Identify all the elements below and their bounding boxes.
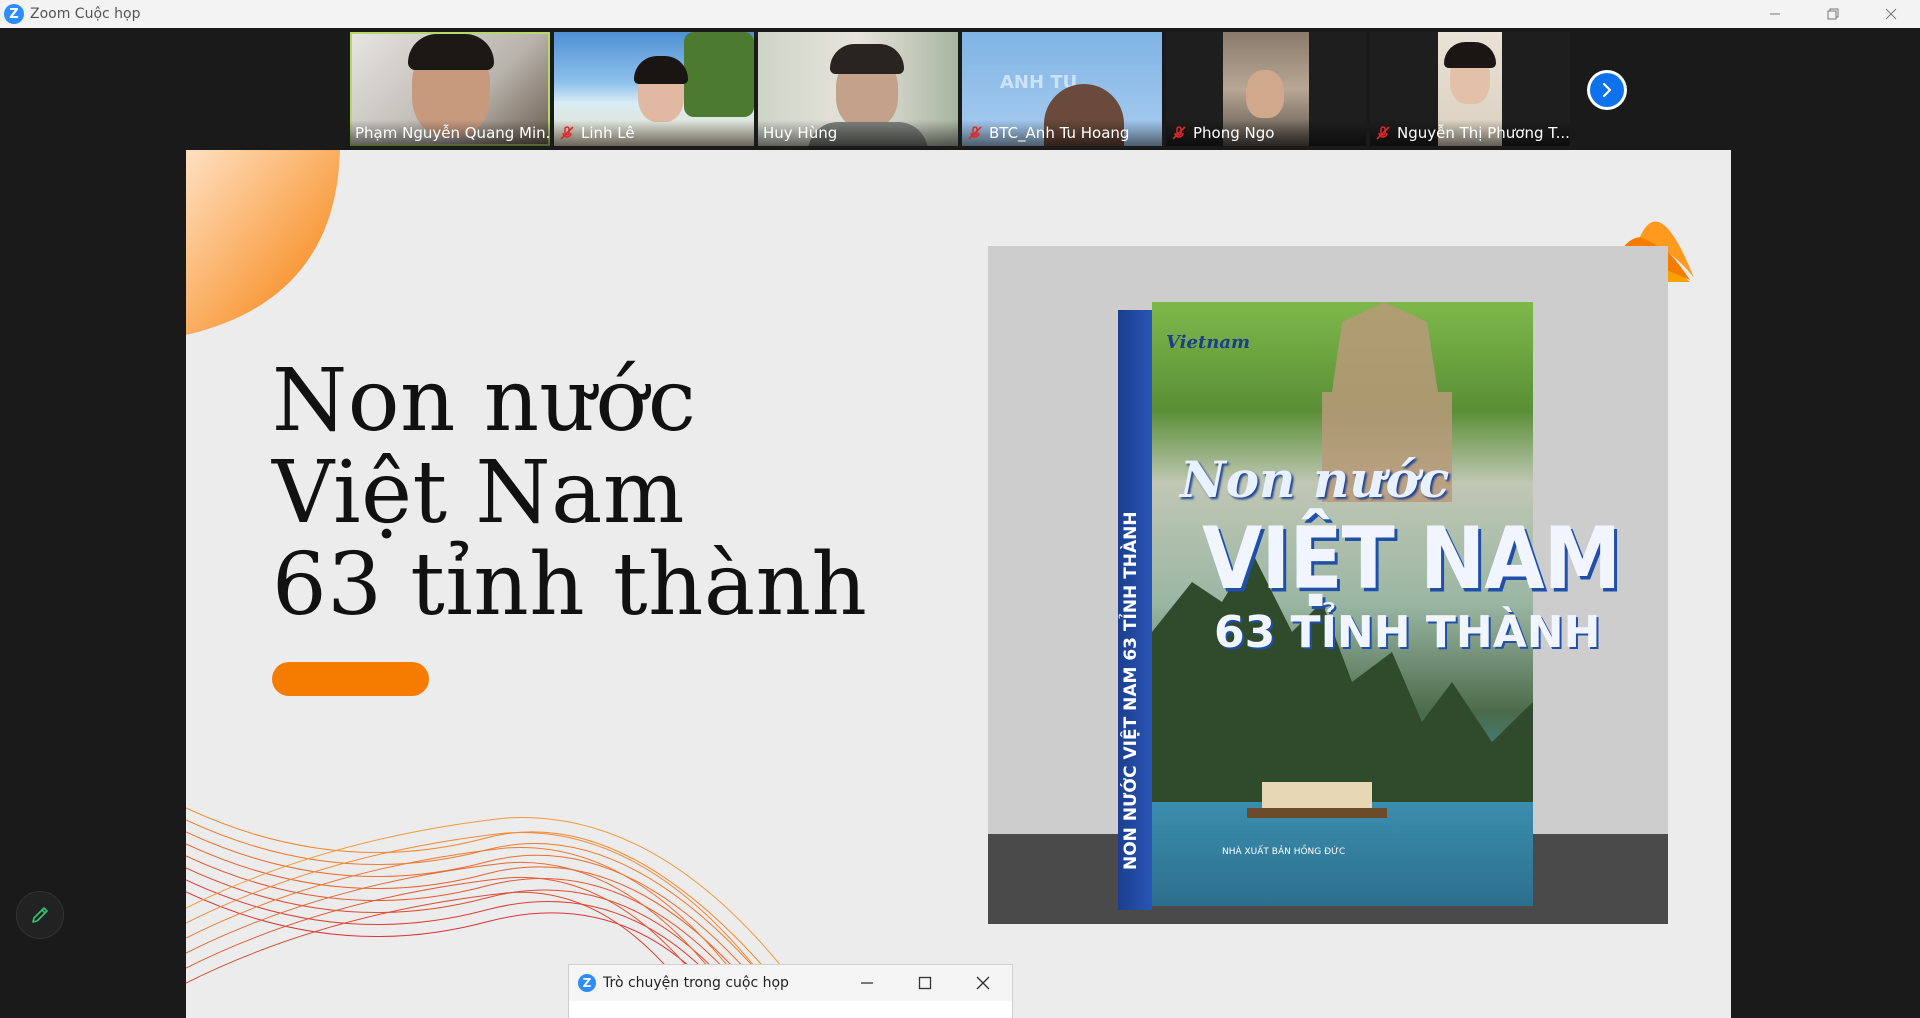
participant-name-bar: Phong Ngo xyxy=(1166,120,1366,146)
participant-video-hair xyxy=(634,56,688,84)
participant-tile[interactable]: Linh Lê xyxy=(554,32,754,146)
close-icon xyxy=(976,976,990,990)
zoom-logo-icon: Z xyxy=(4,4,24,24)
chat-header[interactable]: Z Trò chuyện trong cuộc họp xyxy=(569,965,1012,1001)
shared-screen-slide: Non nước Việt Nam 63 tỉnh thành NON NƯỚC… xyxy=(186,150,1731,1018)
close-button[interactable] xyxy=(1862,0,1920,28)
participant-name: Linh Lê xyxy=(581,124,635,142)
participant-name-bar: Huy Hùng xyxy=(758,120,958,146)
slide-title-line: 63 tỉnh thành xyxy=(272,535,868,635)
minimize-icon xyxy=(1770,13,1780,15)
participant-video-face xyxy=(1246,70,1284,118)
minimize-icon xyxy=(861,982,873,984)
chat-window-controls xyxy=(838,965,1012,1001)
slide-title-line: Việt Nam xyxy=(272,443,685,543)
chat-close-button[interactable] xyxy=(954,965,1012,1001)
slide-title-line: Non nước xyxy=(272,351,697,451)
restore-icon xyxy=(1827,8,1839,20)
mic-muted-icon xyxy=(1376,126,1390,140)
close-icon xyxy=(1885,8,1897,20)
annotate-button[interactable] xyxy=(16,891,64,939)
mic-muted-icon xyxy=(968,126,982,140)
participant-tile[interactable]: ANH TU BTC_Anh Tu Hoang xyxy=(962,32,1162,146)
window-controls xyxy=(1746,0,1920,28)
participant-name-bar: BTC_Anh Tu Hoang xyxy=(962,120,1162,146)
participant-tile[interactable]: Huy Hùng xyxy=(758,32,958,146)
book-script-title: Non nước xyxy=(1180,450,1450,509)
participant-name-bar: Phạm Nguyễn Quang Min... xyxy=(350,120,550,146)
book-cover-image: NON NƯỚC VIỆT NAM 63 TỈNH THÀNH Vietnam … xyxy=(1118,302,1621,910)
accent-bar xyxy=(272,662,429,696)
title-bar: Z Zoom Cuộc họp xyxy=(0,0,1920,28)
next-page-button[interactable] xyxy=(1587,70,1627,110)
participant-name: Nguyễn Thị Phương T... xyxy=(1397,124,1570,142)
book-spine-text: NON NƯỚC VIỆT NAM 63 TỈNH THÀNH xyxy=(1121,511,1141,870)
participant-video-hair xyxy=(830,44,904,74)
participant-tile[interactable]: Phạm Nguyễn Quang Min... xyxy=(350,32,550,146)
participant-tile[interactable]: Nguyễn Thị Phương T... xyxy=(1370,32,1570,146)
participant-gallery: Phạm Nguyễn Quang Min... Linh Lê Huy Hùn… xyxy=(0,28,1920,148)
zoom-logo-icon: Z xyxy=(578,974,596,992)
slide-title: Non nước Việt Nam 63 tỉnh thành xyxy=(272,355,867,631)
chat-maximize-button[interactable] xyxy=(896,965,954,1001)
book-subtitle: 63 TỈNH THÀNH xyxy=(1214,607,1601,658)
chat-title: Trò chuyện trong cuộc họp xyxy=(603,975,789,991)
book-main-title: VIỆT NAM xyxy=(1202,510,1621,609)
chat-minimize-button[interactable] xyxy=(838,965,896,1001)
participant-name-bar: Linh Lê xyxy=(554,120,754,146)
mic-muted-icon xyxy=(560,126,574,140)
pencil-icon xyxy=(32,907,48,923)
chevron-right-icon xyxy=(1602,82,1612,98)
participant-name: Huy Hùng xyxy=(763,124,838,142)
mic-muted-icon xyxy=(1172,126,1186,140)
decorative-orange-corner xyxy=(186,150,340,335)
book-front-cover: Vietnam Non nước VIỆT NAM 63 TỈNH THÀNH … xyxy=(1152,302,1621,906)
participant-name: BTC_Anh Tu Hoang xyxy=(989,124,1130,142)
participant-video-hair xyxy=(408,34,494,70)
window-title: Zoom Cuộc họp xyxy=(30,6,141,22)
restore-button[interactable] xyxy=(1804,0,1862,28)
book-brand: Vietnam xyxy=(1166,332,1251,353)
maximize-icon xyxy=(918,976,932,990)
meeting-chat-window[interactable]: Z Trò chuyện trong cuộc họp xyxy=(568,964,1013,1018)
participant-tile[interactable]: Phong Ngo xyxy=(1166,32,1366,146)
book-publisher: NHÀ XUẤT BẢN HỒNG ĐỨC xyxy=(1222,847,1346,857)
minimize-button[interactable] xyxy=(1746,0,1804,28)
participant-name-bar: Nguyễn Thị Phương T... xyxy=(1370,120,1570,146)
book-image-panel: NON NƯỚC VIỆT NAM 63 TỈNH THÀNH Vietnam … xyxy=(988,246,1668,924)
participant-video-hair xyxy=(1444,42,1496,68)
book-spine: NON NƯỚC VIỆT NAM 63 TỈNH THÀNH xyxy=(1118,310,1152,910)
participant-video-tree xyxy=(684,32,754,117)
participant-name: Phong Ngo xyxy=(1193,124,1275,142)
participant-name: Phạm Nguyễn Quang Min... xyxy=(355,124,550,142)
